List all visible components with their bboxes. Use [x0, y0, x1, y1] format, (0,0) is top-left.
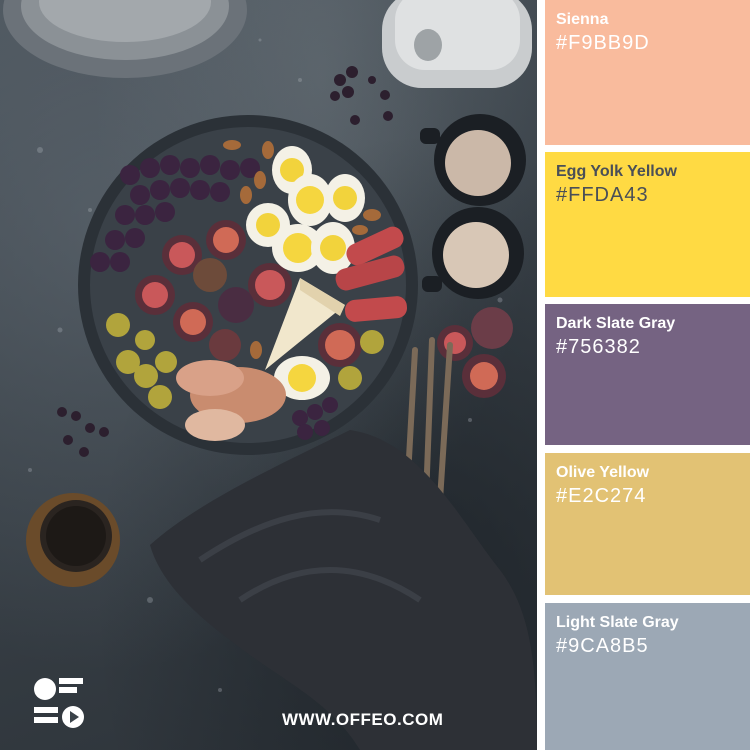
linen-napkin [150, 430, 537, 750]
photo-illustration [3, 0, 537, 750]
pepper-bowl [26, 493, 120, 587]
swatch-name: Sienna [556, 11, 609, 28]
swatch-olive-yellow: Olive Yellow #E2C274 [545, 453, 750, 595]
swatch-hex: #756382 [556, 336, 641, 358]
swatch-hex: #E2C274 [556, 485, 647, 507]
food-platter-photo: WWW.OFFEO.COM [0, 0, 537, 750]
offeo-logo-icon[interactable] [33, 677, 85, 734]
swatch-dark-slate-gray: Dark Slate Gray #756382 [545, 304, 750, 445]
website-url[interactable]: WWW.OFFEO.COM [282, 710, 443, 730]
swatch-egg-yolk-yellow: Egg Yolk Yellow #FFDA43 [545, 152, 750, 297]
swatch-hex: #FFDA43 [556, 184, 649, 206]
swatch-name: Dark Slate Gray [556, 315, 676, 332]
swatch-sienna: Sienna #F9BB9D [545, 0, 750, 145]
coffee-mugs [420, 114, 526, 299]
swatch-light-slate-gray: Light Slate Gray #9CA8B5 [545, 603, 750, 750]
swatch-name: Egg Yolk Yellow [556, 163, 677, 180]
kettle [382, 0, 532, 88]
platter [78, 115, 418, 455]
swatch-hex: #9CA8B5 [556, 635, 649, 657]
swatch-hex: #F9BB9D [556, 32, 650, 54]
swatch-name: Olive Yellow [556, 464, 650, 481]
stacked-plates [3, 0, 247, 78]
offeo-logo-icon [34, 678, 84, 728]
color-palette: Sienna #F9BB9D Egg Yolk Yellow #FFDA43 D… [545, 0, 750, 750]
swatch-name: Light Slate Gray [556, 614, 679, 631]
